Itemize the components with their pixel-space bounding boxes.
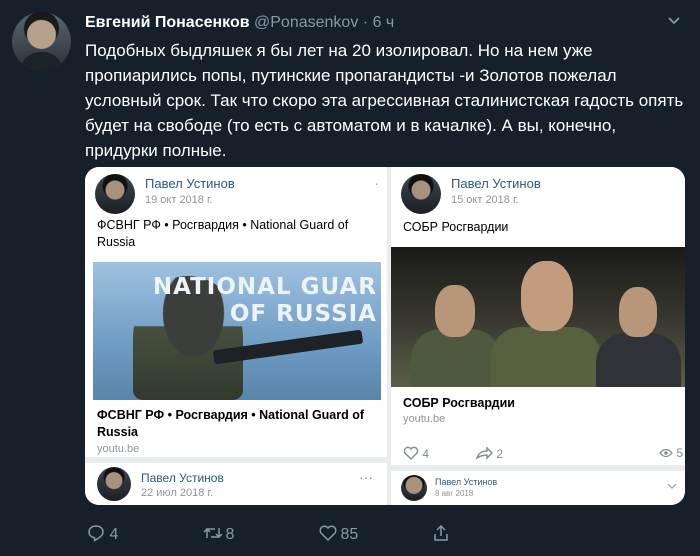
- next-post-date: 8 авг 2018: [435, 489, 474, 498]
- heart-outline-icon: [403, 446, 422, 461]
- thumbnail-title-line2: OF RUSSIA: [229, 301, 377, 327]
- link-domain: youtu.be: [403, 413, 446, 425]
- eye-icon: [659, 446, 676, 460]
- post-author: Павел Устинов: [451, 176, 541, 191]
- tweet-header: Евгений Понасенков @Ponasenkov · 6 ч: [85, 14, 394, 32]
- reply-button[interactable]: 4: [87, 524, 118, 544]
- chevron-down-icon[interactable]: [666, 12, 682, 33]
- like-count: 85: [340, 526, 359, 543]
- like-icon: [318, 524, 337, 544]
- post-avatar: [95, 174, 135, 214]
- more-icon: ·: [374, 175, 379, 191]
- reply-count: 4: [109, 526, 119, 543]
- chevron-down-icon: [667, 479, 677, 493]
- reply-icon: [87, 524, 105, 544]
- next-post-more-icon: ···: [359, 469, 373, 485]
- post-author: Павел Устинов: [145, 176, 235, 191]
- tweet-media-image[interactable]: Павел Устинов 19 окт 2018 г. · ФСВНГ РФ …: [85, 167, 685, 505]
- post-avatar: [401, 174, 441, 214]
- separator-dot: ·: [362, 14, 369, 31]
- link-title: СОБР Росгвардии: [403, 396, 515, 410]
- link-title: ФСВНГ РФ • Росгвардия • National Guard o…: [97, 408, 365, 439]
- vk-post-right: Павел Устинов 15 окт 2018 г. СОБР Росгва…: [391, 167, 685, 505]
- tweet-time[interactable]: 6 ч: [373, 14, 395, 31]
- like-count: 4: [403, 446, 429, 461]
- next-post-date: 22 июл 2018 г.: [141, 487, 214, 499]
- next-post-author: Павел Устинов: [435, 477, 498, 487]
- tweet-text: Подобных быдляшек я бы лет на 20 изолиро…: [85, 41, 684, 160]
- thumbnail-title-line1: NATIONAL GUAR: [152, 274, 377, 300]
- post-text: ФСВНГ РФ • Росгвардия • National Guard o…: [97, 218, 349, 249]
- video-thumbnail: [391, 247, 685, 387]
- next-post-avatar: [401, 475, 427, 501]
- link-domain: youtu.be: [97, 443, 140, 455]
- share-icon: [432, 524, 450, 544]
- retweet-count: 8: [225, 526, 235, 543]
- view-count: 5: [659, 446, 683, 460]
- author-handle[interactable]: @Ponasenkov: [254, 14, 358, 31]
- share-button[interactable]: [432, 524, 450, 544]
- next-post-author: Павел Устинов: [141, 471, 224, 485]
- repost-arrow-icon: [475, 446, 496, 461]
- post-date: 19 окт 2018 г.: [145, 194, 213, 206]
- author-name[interactable]: Евгений Понасенков: [85, 14, 250, 31]
- share-count: 2: [475, 446, 503, 461]
- post-date: 15 окт 2018 г.: [451, 194, 519, 206]
- post-text: СОБР Росгвардии: [403, 220, 509, 234]
- like-button[interactable]: 85: [318, 524, 358, 544]
- video-thumbnail: NATIONAL GUAR OF RUSSIA: [93, 262, 381, 400]
- retweet-icon: [203, 524, 223, 544]
- vk-post-left: Павел Устинов 19 окт 2018 г. · ФСВНГ РФ …: [85, 167, 387, 505]
- author-avatar[interactable]: [12, 12, 71, 71]
- retweet-button[interactable]: 8: [203, 524, 234, 544]
- next-post-avatar: [97, 467, 131, 501]
